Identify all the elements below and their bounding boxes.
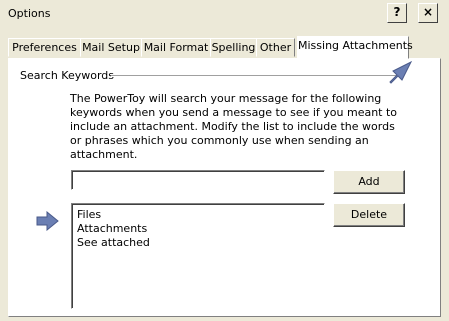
tab-missing-attachments[interactable]: Missing Attachments bbox=[297, 36, 413, 59]
list-item[interactable]: Files bbox=[77, 208, 319, 222]
close-button[interactable]: × bbox=[418, 3, 438, 23]
window-title: Options bbox=[8, 7, 51, 20]
list-item[interactable]: Attachments bbox=[77, 222, 319, 236]
missing-attachments-panel: Search Keywords The PowerToy will search… bbox=[8, 58, 441, 317]
tab-preferences[interactable]: Preferences bbox=[8, 38, 81, 57]
tab-spelling[interactable]: Spelling bbox=[210, 38, 257, 57]
pointer-arrow-icon bbox=[36, 211, 59, 231]
keyword-input[interactable] bbox=[71, 170, 325, 190]
pointer-arrow-icon bbox=[389, 60, 413, 84]
description-text: The PowerToy will search your message fo… bbox=[70, 92, 398, 161]
help-button[interactable]: ? bbox=[387, 3, 407, 23]
tab-mail-format[interactable]: Mail Format bbox=[141, 38, 211, 57]
options-dialog: Options ? × Preferences Mail Setup Mail … bbox=[0, 0, 449, 321]
keyword-list[interactable]: Files Attachments See attached bbox=[71, 203, 325, 309]
group-divider bbox=[111, 75, 401, 77]
tab-mail-setup[interactable]: Mail Setup bbox=[80, 38, 142, 57]
delete-button[interactable]: Delete bbox=[333, 203, 405, 227]
tab-other[interactable]: Other bbox=[256, 38, 295, 57]
title-bar: Options ? × bbox=[0, 0, 449, 28]
group-label-search-keywords: Search Keywords bbox=[20, 69, 114, 82]
list-item[interactable]: See attached bbox=[77, 236, 319, 250]
add-button[interactable]: Add bbox=[333, 170, 405, 194]
